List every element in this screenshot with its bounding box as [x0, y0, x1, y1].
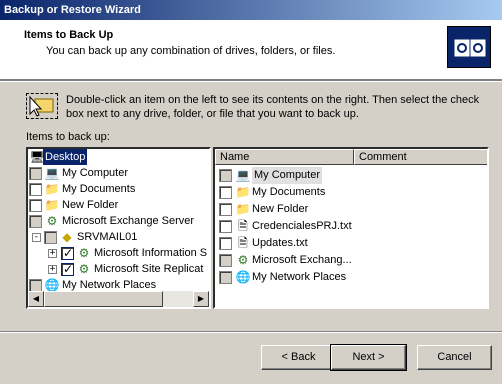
tree-horizontal-scrollbar[interactable]: ◀ ▶	[28, 291, 209, 307]
title-bar: Backup or Restore Wizard	[0, 0, 502, 20]
exchange-store-icon: ⚙	[78, 262, 90, 276]
list-item-label: New Folder	[252, 203, 309, 215]
items-tree[interactable]: 🖥 Desktop 💻 My Computer 📁 My Documents 📁…	[26, 147, 211, 309]
list-item-label: My Computer	[252, 167, 323, 184]
scroll-left-icon[interactable]: ◀	[28, 291, 44, 307]
tree-item-label: My Computer	[62, 167, 129, 179]
list-checkbox[interactable]	[219, 271, 232, 284]
tree-item-label: Desktop	[43, 149, 88, 165]
tree-item-exchange-server[interactable]: ⚙ Microsoft Exchange Server	[28, 213, 209, 229]
cancel-button[interactable]: Cancel	[417, 345, 492, 370]
backup-wizard-window: Backup or Restore Wizard Items to Back U…	[0, 0, 502, 384]
page-subtitle: You can back up any combination of drive…	[46, 45, 336, 57]
tree-checkbox[interactable]	[29, 183, 42, 196]
page-title: Items to Back Up	[24, 29, 114, 41]
tree-checkbox[interactable]	[61, 261, 74, 277]
tree-checkbox[interactable]	[29, 199, 42, 212]
tree-item-desktop[interactable]: 🖥 Desktop	[28, 149, 209, 165]
list-item-label: Updates.txt	[252, 237, 308, 249]
tree-item-label: Microsoft Information S	[94, 247, 208, 259]
tree-checkbox[interactable]	[29, 167, 42, 180]
items-list[interactable]: Name Comment 💻 My Computer 📁 My Document…	[213, 147, 489, 309]
tree-item-new-folder[interactable]: 📁 New Folder	[28, 197, 209, 213]
tree-item-label: My Documents	[62, 183, 136, 195]
collapse-icon[interactable]: -	[32, 233, 41, 242]
column-header-name[interactable]: Name	[215, 149, 354, 165]
list-item-label: CredencialesPRJ.txt	[252, 220, 352, 232]
tree-item-my-documents[interactable]: 📁 My Documents	[28, 181, 209, 197]
hint-text: Double-click an item on the left to see …	[66, 94, 480, 120]
backup-wizard-icon	[447, 26, 491, 68]
documents-folder-icon: 📁	[235, 185, 251, 199]
column-header-comment[interactable]: Comment	[354, 149, 487, 165]
tree-item-srvmail01[interactable]: - ◆ SRVMAIL01	[28, 229, 209, 245]
header-separator	[0, 80, 502, 82]
tree-checkbox[interactable]	[61, 245, 74, 261]
footer-separator	[0, 331, 502, 333]
tree-item-label: Microsoft Exchange Server	[62, 215, 195, 227]
scroll-thumb[interactable]	[44, 291, 163, 307]
list-item-new-folder[interactable]: 📁 New Folder	[219, 201, 369, 218]
network-places-icon: 🌐	[44, 278, 60, 292]
folder-icon: 📁	[235, 202, 251, 216]
tree-item-label: New Folder	[62, 199, 119, 211]
list-item-exchange[interactable]: ⚙ Microsoft Exchang...	[219, 252, 369, 269]
list-item-updates[interactable]: 🗎 Updates.txt	[219, 235, 369, 252]
list-checkbox[interactable]	[219, 254, 232, 267]
text-file-icon: 🗎	[238, 219, 248, 233]
list-item-label: My Network Places	[252, 271, 347, 283]
expand-icon[interactable]: +	[48, 265, 57, 274]
network-places-icon: 🌐	[235, 270, 251, 284]
computer-icon: 💻	[44, 166, 60, 180]
text-file-icon: 🗎	[238, 236, 248, 250]
list-checkbox[interactable]	[219, 186, 232, 199]
tree-item-site-replication[interactable]: + ⚙ Microsoft Site Replicat	[28, 261, 209, 277]
list-checkbox[interactable]	[219, 220, 232, 233]
computer-icon: 💻	[235, 168, 251, 182]
folder-icon: 📁	[44, 198, 60, 212]
tree-item-my-computer[interactable]: 💻 My Computer	[28, 165, 209, 181]
hint-cursor-icon	[26, 93, 58, 119]
exchange-store-icon: ⚙	[78, 246, 90, 260]
list-checkbox[interactable]	[219, 203, 232, 216]
expand-icon[interactable]: +	[48, 249, 57, 258]
tree-checkbox[interactable]	[44, 231, 57, 244]
tree-item-label: SRVMAIL01	[77, 231, 138, 243]
list-item-credenciales[interactable]: 🗎 CredencialesPRJ.txt	[219, 218, 379, 235]
list-item-label: My Documents	[252, 186, 326, 198]
back-button[interactable]: < Back	[261, 345, 336, 370]
tree-item-information-store[interactable]: + ⚙ Microsoft Information S	[28, 245, 209, 261]
server-icon: ◆	[62, 230, 72, 244]
list-checkbox[interactable]	[219, 169, 232, 182]
tree-checkbox[interactable]	[29, 215, 42, 228]
exchange-icon: ⚙	[237, 253, 249, 267]
list-item-my-network-places[interactable]: 🌐 My Network Places	[219, 269, 369, 286]
list-checkbox[interactable]	[219, 237, 232, 250]
wizard-header: Items to Back Up You can back up any com…	[0, 20, 502, 80]
items-to-back-up-label: Items to back up:	[26, 131, 110, 143]
exchange-icon: ⚙	[46, 214, 58, 228]
list-item-my-documents[interactable]: 📁 My Documents	[219, 184, 369, 201]
scroll-right-icon[interactable]: ▶	[193, 291, 209, 307]
tree-item-label: Microsoft Site Replicat	[94, 263, 204, 275]
next-button[interactable]: Next >	[330, 344, 407, 371]
documents-folder-icon: 📁	[44, 182, 60, 196]
list-item-label: Microsoft Exchang...	[252, 254, 352, 266]
list-item-my-computer[interactable]: 💻 My Computer	[219, 167, 327, 184]
